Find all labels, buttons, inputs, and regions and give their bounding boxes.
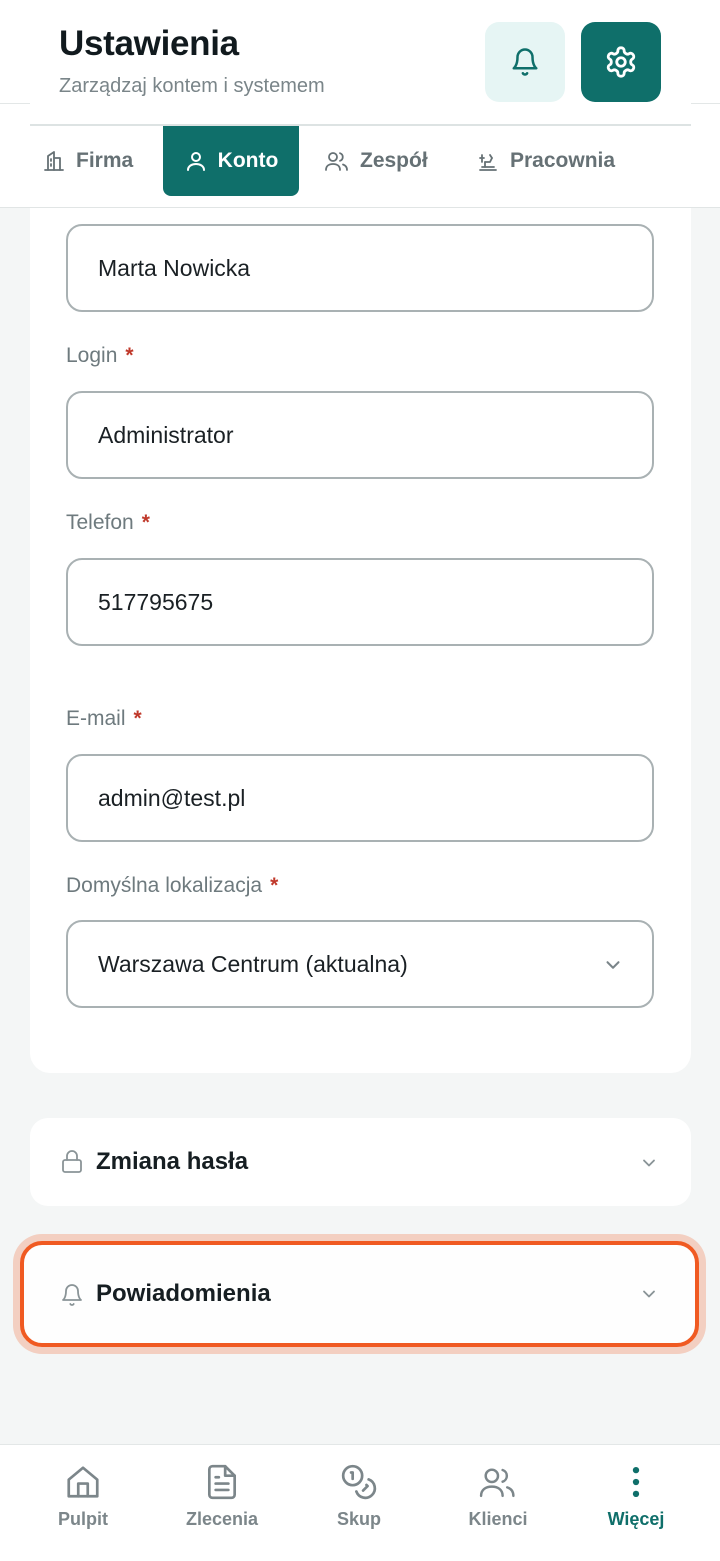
tab-label: Firma	[76, 149, 134, 172]
chevron-down-icon	[643, 1159, 655, 1167]
required-mark: *	[125, 344, 134, 367]
location-select[interactable]: Warszawa Centrum (aktualna)	[66, 920, 654, 1008]
chevron-down-icon	[643, 1290, 655, 1298]
bottom-navigation: Pulpit Zlecenia Skup Klienci Więcej	[0, 1444, 720, 1561]
nav-skup[interactable]: Skup	[294, 1463, 424, 1543]
nav-klienci[interactable]: Klienci	[433, 1463, 563, 1543]
user-icon	[186, 152, 205, 171]
nav-label: Skup	[336, 1509, 381, 1529]
required-mark: *	[133, 707, 142, 730]
nav-wiecej[interactable]: Więcej	[571, 1463, 701, 1543]
login-label: Login *	[66, 344, 134, 367]
bell-icon	[62, 1284, 82, 1306]
nav-zlecenia[interactable]: Zlecenia	[157, 1463, 287, 1543]
tab-pracownia[interactable]: Pracownia	[476, 126, 615, 196]
page-title: Ustawienia	[59, 24, 239, 63]
email-input[interactable]: admin@test.pl	[66, 754, 654, 842]
notifications-button[interactable]	[485, 22, 565, 102]
password-change-section[interactable]: Zmiana hasła	[30, 1118, 691, 1206]
section-title: Zmiana hasła	[96, 1148, 249, 1175]
required-mark: *	[141, 511, 150, 534]
select-value: Warszawa Centrum (aktualna)	[98, 950, 408, 977]
more-vertical-icon	[632, 1466, 640, 1498]
nav-label: Zlecenia	[185, 1509, 259, 1529]
tab-label: Zespół	[360, 149, 428, 172]
phone-label: Telefon *	[66, 511, 150, 534]
login-input[interactable]: Administrator	[66, 391, 654, 479]
notifications-section[interactable]: Powiadomienia	[20, 1241, 699, 1347]
input-value: Marta Nowicka	[98, 254, 251, 281]
home-icon	[67, 1466, 99, 1498]
nav-pulpit[interactable]: Pulpit	[18, 1463, 148, 1543]
name-input[interactable]: Marta Nowicka	[66, 224, 654, 312]
document-icon	[207, 1464, 237, 1500]
section-title: Powiadomienia	[96, 1280, 271, 1307]
input-value: Administrator	[98, 421, 234, 448]
nav-label: Pulpit	[58, 1509, 108, 1529]
tab-zespol[interactable]: Zespół	[324, 126, 428, 196]
coins-icon	[341, 1464, 377, 1500]
nav-label: Więcej	[607, 1509, 665, 1529]
building-icon	[44, 151, 64, 171]
users-icon	[479, 1468, 515, 1498]
bell-icon	[512, 48, 538, 76]
email-label: E-mail *	[66, 707, 142, 730]
required-mark: *	[270, 874, 279, 897]
location-label: Domyślna lokalizacja *	[66, 874, 279, 897]
header-card: Ustawienia Zarządzaj kontem i systemem	[30, 0, 691, 126]
tab-label: Konto	[217, 149, 279, 172]
users-icon	[325, 152, 348, 171]
input-value: 517795675	[98, 588, 214, 615]
settings-tabs: Firma Konto Zespół Pracownia	[30, 126, 691, 206]
account-form-card: Marta Nowicka Login * Administrator Telef…	[30, 208, 691, 1073]
settings-button[interactable]	[581, 22, 661, 102]
workbench-icon	[479, 154, 497, 171]
tab-konto[interactable]: Konto	[163, 126, 299, 196]
chevron-down-icon	[606, 961, 620, 969]
page-subtitle: Zarządzaj kontem i systemem	[59, 75, 325, 97]
tab-label: Pracownia	[510, 149, 616, 172]
phone-input[interactable]: 517795675	[66, 558, 654, 646]
lock-icon	[62, 1150, 82, 1173]
tab-firma[interactable]: Firma	[42, 126, 133, 196]
nav-label: Klienci	[468, 1509, 528, 1529]
input-value: admin@test.pl	[98, 784, 246, 811]
gear-icon	[606, 46, 636, 78]
top-bar: Ustawienia Zarządzaj kontem i systemem F…	[0, 0, 720, 208]
